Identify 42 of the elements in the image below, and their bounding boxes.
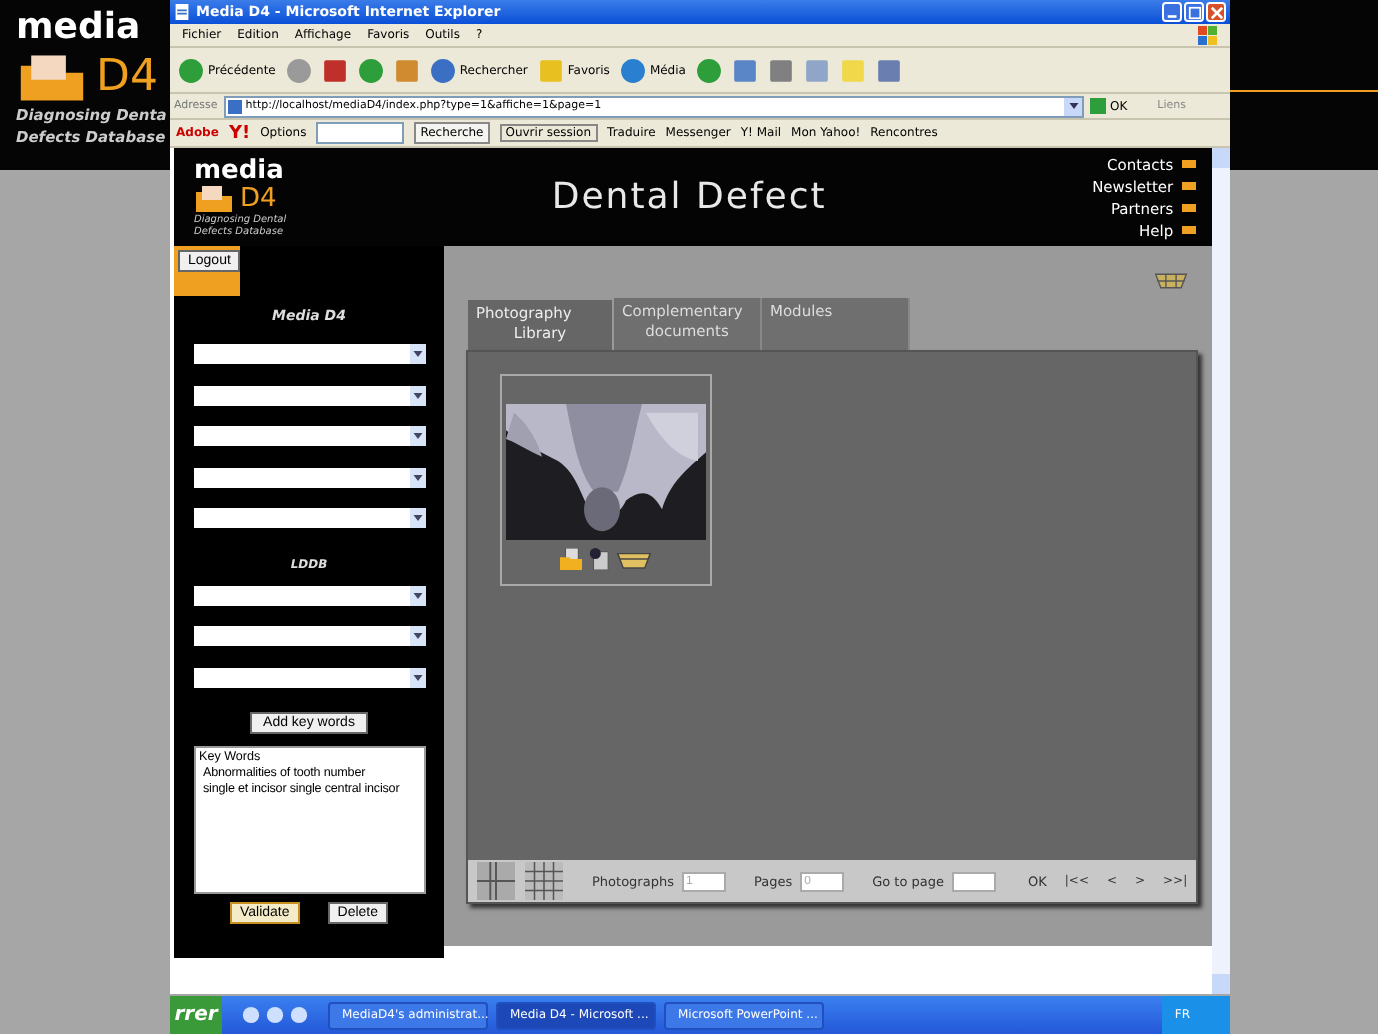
basket-icon[interactable] [616,548,652,570]
minimize-button[interactable] [1162,2,1182,22]
grid-view-icon[interactable] [476,862,516,900]
search-field[interactable] [316,122,405,144]
caret-icon [411,430,423,442]
site-title: Dental Defect [549,176,829,218]
logo-text: media [16,4,141,52]
bullet-icon [1181,160,1196,168]
dropdown[interactable] [193,667,425,687]
close-icon [1209,5,1223,19]
close-button[interactable] [1206,2,1226,22]
dropdown-button[interactable] [1064,97,1082,115]
dropdown[interactable] [193,385,425,405]
grid-view-icon[interactable] [524,862,564,900]
maximize-button[interactable] [1184,2,1204,22]
caret-icon [411,348,423,360]
yahoo-logo[interactable]: Y! [228,123,251,143]
caret-icon [411,512,423,524]
caret-icon [411,671,423,683]
folder-icon [194,183,234,213]
bullet-icon [1181,182,1196,190]
logo-mark: D4 [240,183,277,213]
caret-icon [411,389,423,401]
logo-text: media [194,157,286,183]
page-field[interactable] [952,871,996,891]
caret-icon [411,471,423,483]
maximize-icon [1187,5,1201,19]
folder-icon[interactable] [560,548,582,570]
scrollbar[interactable] [1211,148,1230,994]
folder-icon [16,52,88,104]
start-button[interactable]: rrer [170,996,222,1034]
dropdown[interactable] [193,467,425,487]
caret-icon [1067,100,1079,112]
dropdown[interactable] [193,585,425,605]
basket-icon[interactable] [1153,272,1188,290]
caret-icon [411,630,423,642]
windows-logo-icon [1198,25,1218,45]
bullet-icon [1181,226,1196,234]
logo-mark: D4 [96,52,158,104]
bullet-icon [1181,204,1196,212]
info-icon[interactable] [588,548,610,570]
caret-icon [411,589,423,601]
